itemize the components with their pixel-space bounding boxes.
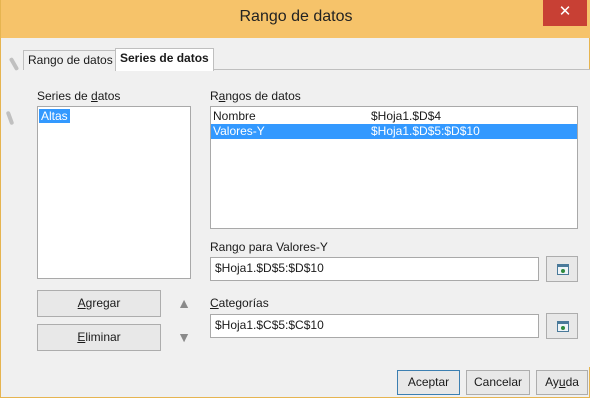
ranges-list[interactable]: Nombre $Hoja1.$D$4 Valores-Y $Hoja1.$D$5…: [210, 106, 578, 229]
categories-select-button[interactable]: [546, 313, 578, 339]
window-title: Rango de datos: [239, 8, 353, 25]
range-row-label: Nombre: [213, 109, 256, 123]
y-range-label: Rango para Valores-Y: [210, 240, 328, 254]
move-down-button[interactable]: ▼: [172, 325, 196, 349]
shrink-dialog-icon: [557, 321, 569, 332]
series-label: Series de datos: [37, 89, 120, 103]
ranges-label-suffix: ngos de datos: [225, 89, 301, 103]
help-label-prefix: Ay: [545, 375, 559, 389]
range-row-name[interactable]: Nombre $Hoja1.$D$4: [211, 109, 577, 124]
series-label-mnemonic: d: [91, 89, 98, 103]
range-row-value: $Hoja1.$D$4: [371, 109, 442, 123]
title-bar[interactable]: Rango de datos ✕: [1, 0, 590, 38]
cancel-button[interactable]: Cancelar: [466, 370, 530, 395]
button-bar: Aceptar Cancelar Ayuda: [1, 367, 590, 398]
add-label-mnemonic: A: [77, 296, 86, 310]
add-series-button[interactable]: Agregar: [37, 290, 161, 317]
series-label-prefix: Series de: [37, 89, 92, 103]
ranges-label-prefix: R: [210, 89, 219, 103]
series-list[interactable]: Altas: [37, 106, 191, 279]
move-up-button[interactable]: ▲: [172, 291, 196, 315]
decorative-stroke: [8, 56, 20, 72]
range-row-label: Valores-Y: [213, 124, 265, 138]
tab-data-series[interactable]: Series de datos: [115, 48, 214, 71]
series-label-suffix: atos: [97, 89, 121, 103]
shrink-dialog-icon: [557, 264, 569, 275]
add-label-suffix: gregar: [85, 296, 121, 310]
y-range-label-suffix: o para Valores-Y: [238, 240, 328, 254]
remove-label-suffix: liminar: [85, 330, 121, 344]
arrow-down-icon: ▼: [177, 329, 191, 345]
help-button[interactable]: Ayuda: [536, 370, 588, 395]
y-range-input[interactable]: $Hoja1.$D$5:$D$10: [210, 257, 539, 281]
categories-label-suffix: ategorías: [218, 296, 269, 310]
tab-data-range[interactable]: Rango de datos: [23, 50, 118, 70]
arrow-up-icon: ▲: [177, 295, 191, 311]
help-label-mnemonic: u: [558, 375, 566, 389]
range-row-y-values[interactable]: Valores-Y $Hoja1.$D$5:$D$10: [211, 124, 577, 139]
ok-button[interactable]: Aceptar: [397, 370, 460, 395]
y-range-label-mnemonic: g: [232, 240, 239, 254]
remove-series-button[interactable]: Eliminar: [37, 324, 161, 351]
close-icon: ✕: [558, 3, 572, 20]
y-range-label-prefix: Ran: [210, 240, 233, 254]
categories-label-mnemonic: C: [210, 296, 219, 310]
range-row-value: $Hoja1.$D$5:$D$10: [371, 124, 480, 138]
help-label-suffix: da: [565, 375, 579, 389]
dialog-window: Rango de datos ✕ Rango de datos Series d…: [0, 0, 590, 398]
close-button[interactable]: ✕: [543, 0, 587, 26]
ranges-label: Rangos de datos: [210, 89, 301, 103]
decorative-stroke: [5, 110, 15, 126]
series-list-item[interactable]: Altas: [39, 109, 70, 123]
categories-label: Categorías: [210, 296, 269, 310]
y-range-select-button[interactable]: [546, 256, 578, 282]
categories-input[interactable]: $Hoja1.$C$5:$C$10: [210, 314, 539, 338]
